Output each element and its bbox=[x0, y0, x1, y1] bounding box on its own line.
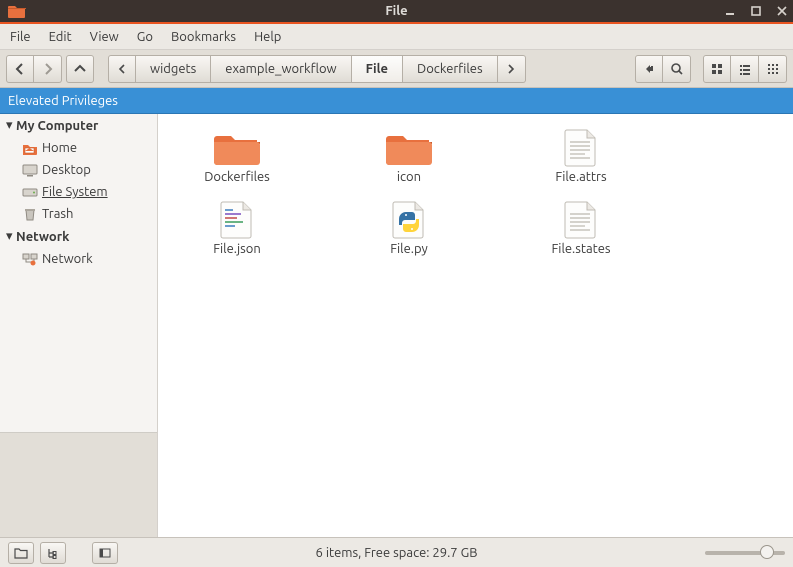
view-compact-button[interactable] bbox=[759, 55, 787, 83]
file-item-file-states[interactable]: File.states bbox=[506, 196, 656, 260]
banner-text: Elevated Privileges bbox=[8, 94, 118, 108]
chevron-down-icon: ▾ bbox=[6, 118, 16, 133]
file-label: Dockerfiles bbox=[204, 170, 270, 184]
file-label: icon bbox=[397, 170, 421, 184]
window-minimize-button[interactable] bbox=[723, 4, 737, 18]
back-button[interactable] bbox=[6, 55, 34, 83]
window-title: File bbox=[0, 4, 793, 18]
file-item-file-json[interactable]: File.json bbox=[162, 196, 312, 260]
menu-view[interactable]: View bbox=[90, 30, 119, 44]
menu-bookmarks[interactable]: Bookmarks bbox=[171, 30, 236, 44]
folder-icon bbox=[213, 128, 261, 168]
sidebar-item-trash[interactable]: Trash bbox=[0, 203, 157, 225]
file-icon bbox=[557, 200, 605, 240]
file-icon bbox=[385, 200, 433, 240]
network-icon bbox=[22, 251, 38, 267]
file-label: File.json bbox=[213, 242, 261, 256]
view-list-button[interactable] bbox=[731, 55, 759, 83]
file-icon bbox=[557, 128, 605, 168]
breadcrumb-next-button[interactable] bbox=[498, 55, 526, 83]
title-bar: File bbox=[0, 0, 793, 24]
sidebar-item-network[interactable]: Network bbox=[0, 248, 157, 270]
file-item-file-py[interactable]: File.py bbox=[334, 196, 484, 260]
file-icon bbox=[213, 200, 261, 240]
breadcrumb-file[interactable]: File bbox=[352, 55, 403, 83]
file-item-file-attrs[interactable]: File.attrs bbox=[506, 124, 656, 188]
chevron-down-icon: ▾ bbox=[6, 229, 16, 244]
breadcrumb-dockerfiles[interactable]: Dockerfiles bbox=[403, 55, 498, 83]
file-item-icon[interactable]: icon bbox=[334, 124, 484, 188]
breadcrumb-widgets[interactable]: widgets bbox=[136, 55, 211, 83]
sidebar-section-my-computer[interactable]: ▾My Computer bbox=[0, 114, 157, 137]
icon-view[interactable]: Dockerfiles icon File.attrs File.json File.p… bbox=[158, 114, 793, 537]
file-label: File.attrs bbox=[555, 170, 606, 184]
menu-bar: File Edit View Go Bookmarks Help bbox=[0, 24, 793, 50]
breadcrumb-example-workflow[interactable]: example_workflow bbox=[211, 55, 351, 83]
toolbar: widgetsexample_workflowFileDockerfiles bbox=[0, 50, 793, 88]
folder-icon bbox=[385, 128, 433, 168]
window-close-button[interactable] bbox=[775, 4, 789, 18]
menu-edit[interactable]: Edit bbox=[49, 30, 72, 44]
file-label: File.states bbox=[551, 242, 610, 256]
zoom-slider[interactable] bbox=[705, 551, 785, 555]
sidebar-section-network[interactable]: ▾Network bbox=[0, 225, 157, 248]
status-text: 6 items, Free space: 29.7 GB bbox=[0, 546, 793, 560]
main-split: ▾My ComputerHomeDesktopFile SystemTrash▾… bbox=[0, 114, 793, 537]
window-maximize-button[interactable] bbox=[749, 4, 763, 18]
file-label: File.py bbox=[390, 242, 428, 256]
trash-icon bbox=[22, 206, 38, 222]
breadcrumb-prev-button[interactable] bbox=[108, 55, 136, 83]
elevated-privileges-banner: Elevated Privileges bbox=[0, 88, 793, 114]
up-button[interactable] bbox=[66, 55, 94, 83]
view-icons-button[interactable] bbox=[703, 55, 731, 83]
menu-go[interactable]: Go bbox=[137, 30, 153, 44]
sidebar-empty-area bbox=[0, 432, 157, 537]
sidebar-item-desktop[interactable]: Desktop bbox=[0, 159, 157, 181]
search-button[interactable] bbox=[663, 55, 691, 83]
sidebar-item-home[interactable]: Home bbox=[0, 137, 157, 159]
desktop-icon bbox=[22, 162, 38, 178]
status-bar: 6 items, Free space: 29.7 GB bbox=[0, 537, 793, 567]
file-item-dockerfiles[interactable]: Dockerfiles bbox=[162, 124, 312, 188]
toggle-path-button[interactable] bbox=[635, 55, 663, 83]
drive-icon bbox=[22, 184, 38, 200]
home-folder-icon bbox=[22, 140, 38, 156]
content-area: Dockerfiles icon File.attrs File.json File.p… bbox=[158, 114, 793, 537]
menu-file[interactable]: File bbox=[10, 30, 31, 44]
sidebar: ▾My ComputerHomeDesktopFile SystemTrash▾… bbox=[0, 114, 158, 537]
forward-button[interactable] bbox=[34, 55, 62, 83]
sidebar-item-file-system[interactable]: File System bbox=[0, 181, 157, 203]
zoom-thumb[interactable] bbox=[760, 545, 774, 559]
menu-help[interactable]: Help bbox=[254, 30, 281, 44]
